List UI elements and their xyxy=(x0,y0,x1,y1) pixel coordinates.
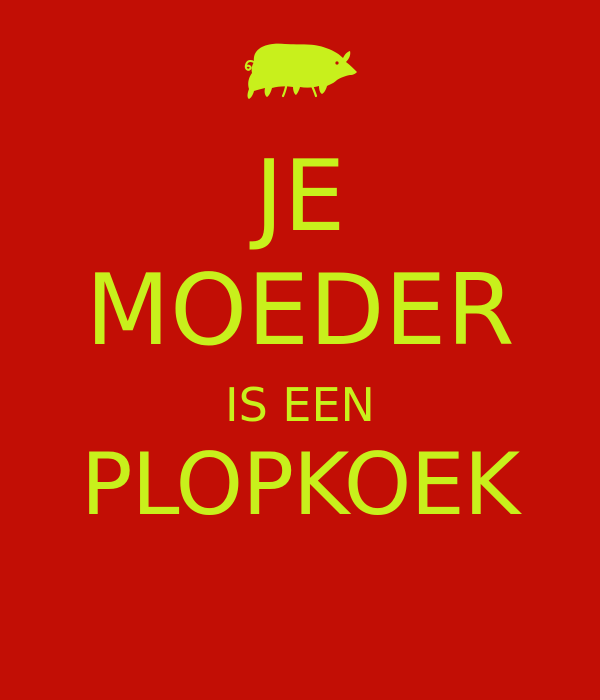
headline-line-1: JE xyxy=(254,140,346,254)
pig-icon xyxy=(244,43,357,99)
keep-calm-poster: JE MOEDER IS EEN PLOPKOEK xyxy=(0,0,600,700)
headline-line-3: IS EEN xyxy=(225,378,375,432)
headline-line-4: PLOPKOEK xyxy=(80,435,520,535)
headline-line-2: MOEDER xyxy=(85,254,515,368)
